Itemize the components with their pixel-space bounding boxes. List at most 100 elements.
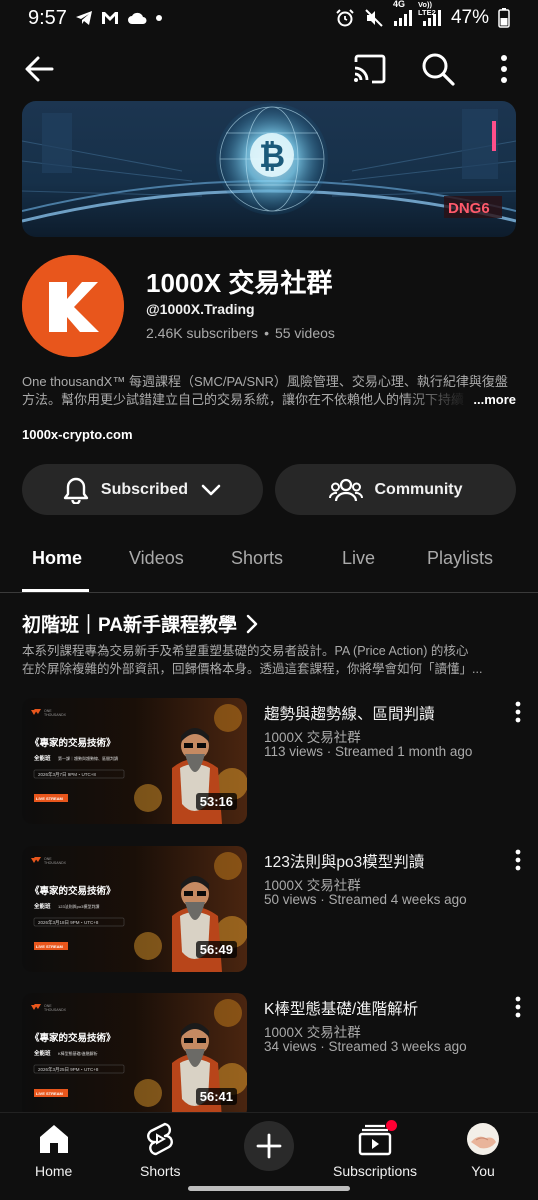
- back-arrow-icon: [25, 56, 54, 82]
- battery-percent: 47%: [450, 7, 489, 28]
- subscribed-label: Subscribed: [100, 480, 189, 498]
- thumb-title: 《專家的交易技術》: [30, 737, 116, 749]
- cast-icon: [354, 54, 386, 84]
- video-item[interactable]: ONE THOUSANDX 《專家的交易技術》 全能班 K棒型態基礎/進階解析 …: [22, 993, 521, 1119]
- section-title-text: 初階班｜PA新手課程教學: [22, 615, 237, 636]
- section-description-line: 在於屏除複雜的外部資訊，回歸價格本身。透過這套課程，你將學會如何「讀懂」...: [22, 662, 483, 676]
- thumb-level: 全能班: [33, 754, 51, 762]
- video-item[interactable]: ONE THOUSANDX 《專家的交易技術》 全能班 123法則與po3模型判…: [22, 846, 521, 972]
- more-vert-icon: [515, 996, 521, 1018]
- home-indicator[interactable]: [188, 1186, 350, 1191]
- nav-home-label: Home: [35, 1163, 73, 1179]
- thumb-date: 2026年3月25日 9PM・UTC+8: [38, 1066, 99, 1073]
- thumb-tag: LIVE STREAM: [36, 796, 64, 801]
- bell-icon: [63, 477, 89, 504]
- video-meta: 50 views · Streamed 4 weeks ago: [264, 892, 467, 907]
- video-meta: 34 views · Streamed 3 weeks ago: [264, 1039, 467, 1054]
- svg-text:₿: ₿: [259, 138, 285, 174]
- signal-lte-icon: Vo)) LTE2: [418, 1, 442, 27]
- video-more-button[interactable]: [512, 700, 524, 724]
- video-item[interactable]: ONE THOUSANDX 《專家的交易技術》 全能班 第一課｜趨勢與趨勢線、區…: [22, 698, 521, 824]
- video-thumbnail[interactable]: ONE THOUSANDX 《專家的交易技術》 全能班 K棒型態基礎/進階解析 …: [22, 993, 247, 1119]
- community-button[interactable]: Community: [275, 464, 516, 515]
- thumb-date: 2026年3月18日 9PM・UTC+8: [38, 919, 99, 926]
- search-button[interactable]: [420, 51, 456, 87]
- top-bar: [0, 44, 538, 94]
- video-duration: 53:16: [195, 793, 237, 810]
- tab-playlists[interactable]: Playlists: [427, 548, 493, 569]
- svg-text:THOUSANDX: THOUSANDX: [44, 1008, 67, 1012]
- banner-badge: DNG6: [448, 200, 490, 217]
- nav-home[interactable]: Home: [35, 1121, 72, 1179]
- network-4g-label: 4G: [392, 0, 405, 9]
- video-more-button[interactable]: [512, 848, 524, 872]
- chevron-down-icon: [201, 484, 221, 495]
- channel-logo-icon: [22, 255, 124, 357]
- thumb-topic: K棒型態基礎/進階解析: [58, 1050, 98, 1056]
- channel-stats: 2.46K subscribers • 55 videos: [146, 325, 335, 341]
- thumb-date: 2026年3月7日 9PM・UTC+8: [38, 771, 96, 778]
- video-thumbnail[interactable]: ONE THOUSANDX 《專家的交易技術》 全能班 123法則與po3模型判…: [22, 846, 247, 972]
- search-icon: [422, 53, 455, 86]
- subscribed-button[interactable]: Subscribed: [22, 464, 263, 515]
- community-label: Community: [374, 480, 463, 498]
- more-vert-icon: [501, 55, 507, 83]
- thumb-level: 全能班: [33, 1049, 51, 1057]
- video-count: 55 videos: [274, 325, 335, 341]
- thumb-tag: LIVE STREAM: [36, 1091, 64, 1096]
- thumb-title: 《專家的交易技術》: [30, 1032, 116, 1044]
- description-line: 方法。幫你用更少試錯建立自己的交易系統，讓你在不依賴他人的情況下持續: [22, 392, 465, 407]
- nav-shorts[interactable]: Shorts: [140, 1121, 180, 1179]
- video-title[interactable]: K棒型態基礎/進階解析: [264, 997, 418, 1019]
- video-more-button[interactable]: [512, 995, 524, 1019]
- video-channel: 1000X 交易社群: [264, 1025, 361, 1040]
- tab-shorts[interactable]: Shorts: [231, 548, 283, 569]
- cast-button[interactable]: [352, 52, 388, 86]
- network-lte-label: Vo)) LTE2: [417, 0, 436, 17]
- status-bar: 9:57 4G Vo)) LTE2 47%: [0, 0, 538, 36]
- svg-text:THOUSANDX: THOUSANDX: [44, 861, 67, 865]
- channel-description[interactable]: One thousandX™ 每週課程（SMC/PA/SNR）風險管理、交易心理…: [22, 373, 516, 409]
- signal-4g-icon: 4G: [393, 0, 413, 27]
- tab-videos[interactable]: Videos: [129, 548, 184, 569]
- video-channel: 1000X 交易社群: [264, 730, 361, 745]
- tab-home[interactable]: Home: [32, 548, 82, 569]
- video-title[interactable]: 趨勢與趨勢線、區間判讀: [264, 702, 435, 724]
- thumb-topic: 123法則與po3模型判讀: [58, 903, 99, 909]
- alarm-icon: [335, 8, 355, 28]
- nav-you-label: You: [471, 1163, 495, 1179]
- plus-icon: [256, 1133, 282, 1159]
- channel-banner: ₿ DNG6: [22, 101, 516, 237]
- home-icon: [39, 1125, 68, 1153]
- video-title[interactable]: 123法則與po3模型判讀: [264, 850, 424, 872]
- section-title[interactable]: 初階班｜PA新手課程教學: [22, 610, 261, 637]
- more-options-button[interactable]: [494, 52, 514, 86]
- description-more-link[interactable]: ...more: [473, 391, 516, 409]
- stats-separator: •: [264, 325, 269, 341]
- thumb-topic: 第一課｜趨勢與趨勢線、區間判讀: [58, 755, 118, 761]
- community-icon: [328, 478, 363, 501]
- tab-live[interactable]: Live: [342, 548, 375, 569]
- more-vert-icon: [515, 849, 521, 871]
- notification-dot-icon: [155, 14, 163, 22]
- channel-name: 1000X 交易社群: [146, 268, 333, 298]
- channel-handle: @1000X.Trading: [146, 301, 255, 317]
- profile-avatar-icon: [467, 1123, 499, 1155]
- video-channel: 1000X 交易社群: [264, 878, 361, 893]
- channel-website-link[interactable]: 1000x-crypto.com: [22, 427, 133, 442]
- more-vert-icon: [515, 701, 521, 723]
- svg-text:THOUSANDX: THOUSANDX: [44, 713, 67, 717]
- status-time: 9:57: [28, 6, 67, 29]
- nav-you[interactable]: You: [466, 1121, 500, 1179]
- description-line: One thousandX™ 每週課程（SMC/PA/SNR）風險管理、交易心理…: [22, 374, 508, 389]
- video-meta: 113 views · Streamed 1 month ago: [264, 744, 473, 759]
- channel-avatar[interactable]: [22, 255, 124, 357]
- back-button[interactable]: [22, 52, 56, 86]
- section-description-line: 本系列課程專為交易新手及希望重塑基礎的交易者設計。PA (Price Actio…: [22, 644, 469, 658]
- video-thumbnail[interactable]: ONE THOUSANDX 《專家的交易技術》 全能班 第一課｜趨勢與趨勢線、區…: [22, 698, 247, 824]
- chevron-right-icon: [246, 614, 258, 633]
- create-button[interactable]: [244, 1121, 294, 1171]
- thumb-tag: LIVE STREAM: [36, 944, 64, 949]
- nav-subscriptions[interactable]: Subscriptions: [333, 1120, 417, 1179]
- video-duration: 56:41: [195, 1088, 237, 1105]
